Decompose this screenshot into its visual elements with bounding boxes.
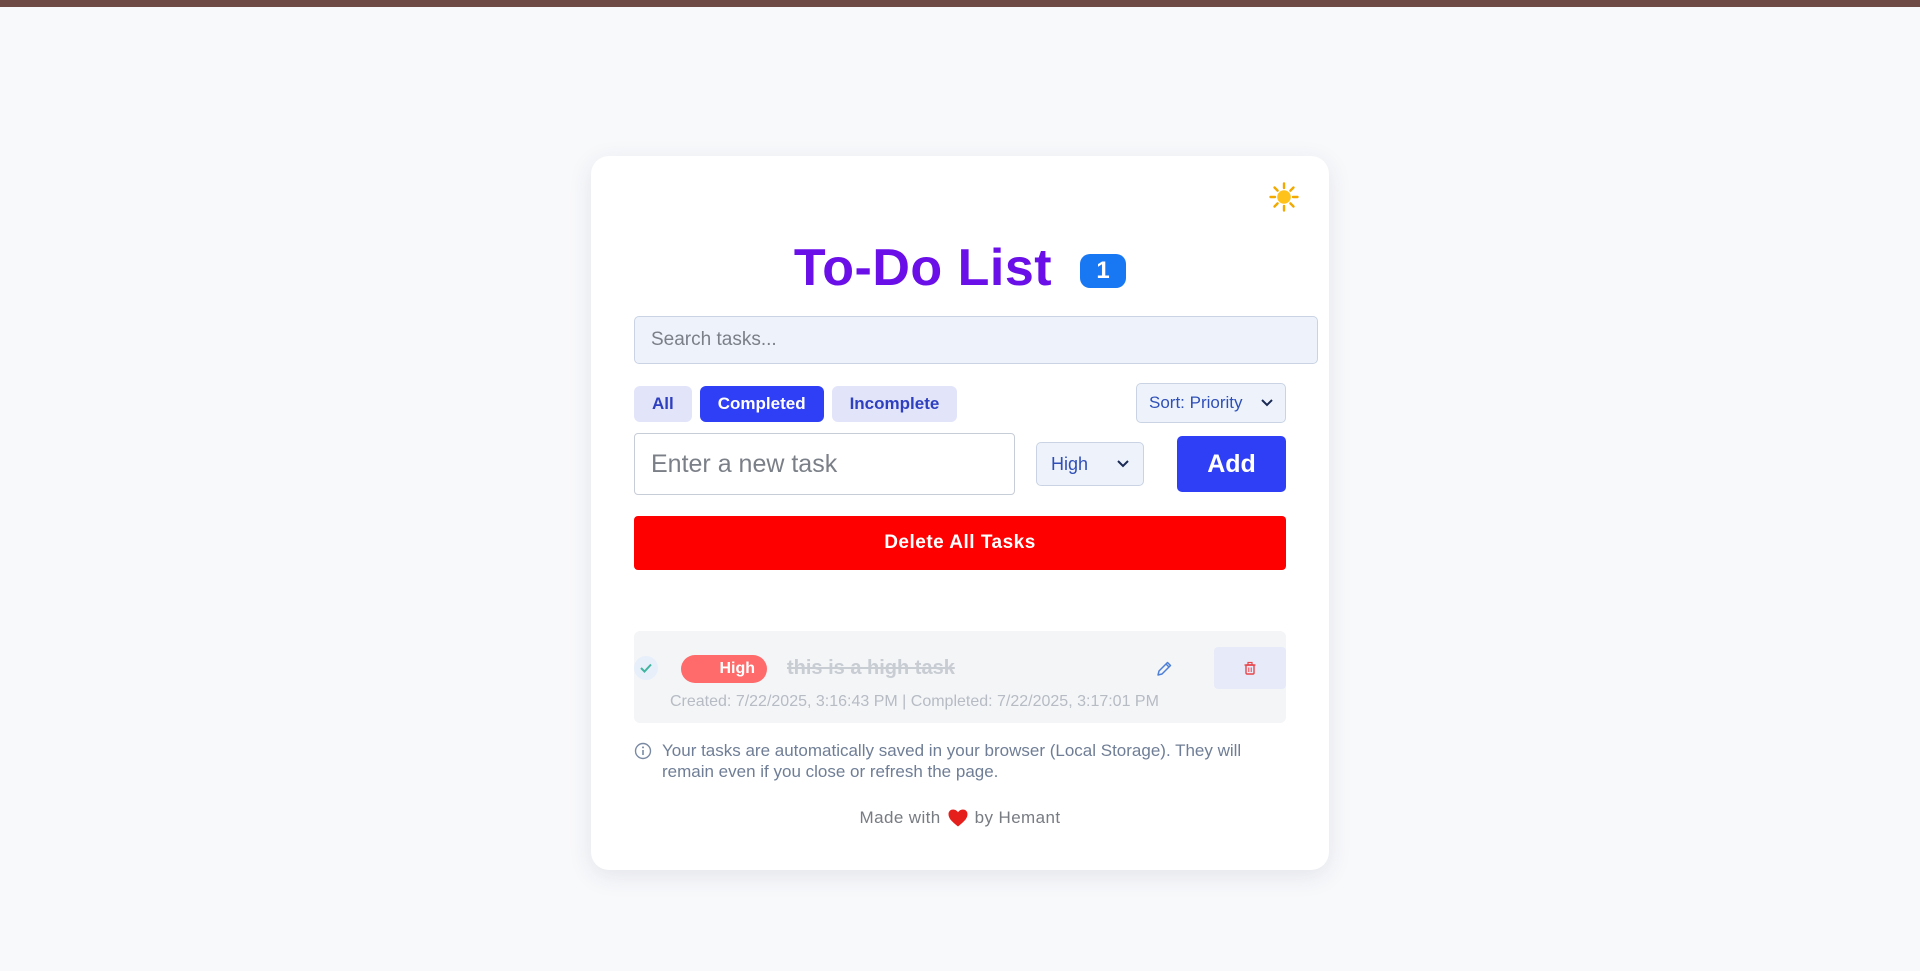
new-task-input[interactable] [634, 433, 1015, 495]
sun-icon [1269, 182, 1299, 212]
trash-icon [1244, 661, 1256, 675]
page-title: To-Do List [793, 239, 1053, 297]
footer-suffix: by Hemant [974, 808, 1061, 827]
task-count-badge: 1 [1080, 254, 1127, 288]
priority-select[interactable]: High [1036, 442, 1144, 486]
theme-toggle-button[interactable] [1267, 180, 1301, 214]
sort-selected-label: Sort: Priority [1149, 393, 1243, 412]
storage-info: Your tasks are automatically saved in yo… [634, 740, 1274, 782]
delete-all-tasks-button[interactable]: Delete All Tasks [634, 516, 1286, 570]
task-complete-toggle[interactable] [634, 656, 658, 680]
title-row: To-Do List 1 [591, 236, 1329, 300]
search-input[interactable] [634, 316, 1318, 364]
priority-badge: High [681, 655, 767, 683]
footer: Made with by Hemant [591, 808, 1329, 828]
top-accent-bar [0, 0, 1920, 7]
priority-selected-label: High [1051, 453, 1089, 474]
check-icon [640, 663, 652, 673]
storage-info-text: Your tasks are automatically saved in yo… [662, 741, 1242, 781]
filter-tabs: All Completed Incomplete [634, 386, 958, 422]
todo-card: To-Do List 1 All Completed Incomplete So… [591, 156, 1329, 870]
task-text: this is a high task [787, 657, 955, 679]
filter-all-button[interactable]: All [634, 386, 692, 422]
footer-prefix: Made with [859, 808, 941, 827]
chevron-down-icon [1261, 399, 1273, 407]
task-timestamps: Created: 7/22/2025, 3:16:43 PM | Complet… [670, 693, 1159, 710]
heart-icon [948, 809, 968, 827]
filter-incomplete-button[interactable]: Incomplete [831, 386, 958, 422]
chevron-down-icon [1117, 460, 1129, 468]
delete-task-button[interactable] [1214, 647, 1286, 689]
sort-select[interactable]: Sort: Priority [1136, 383, 1286, 423]
edit-task-button[interactable] [1150, 655, 1178, 683]
filter-completed-button[interactable]: Completed [699, 386, 824, 422]
task-item: High this is a high task Created: 7/22/2… [634, 631, 1286, 723]
add-task-button[interactable]: Add [1177, 436, 1286, 492]
pencil-icon [1157, 661, 1172, 676]
info-icon [634, 742, 652, 760]
